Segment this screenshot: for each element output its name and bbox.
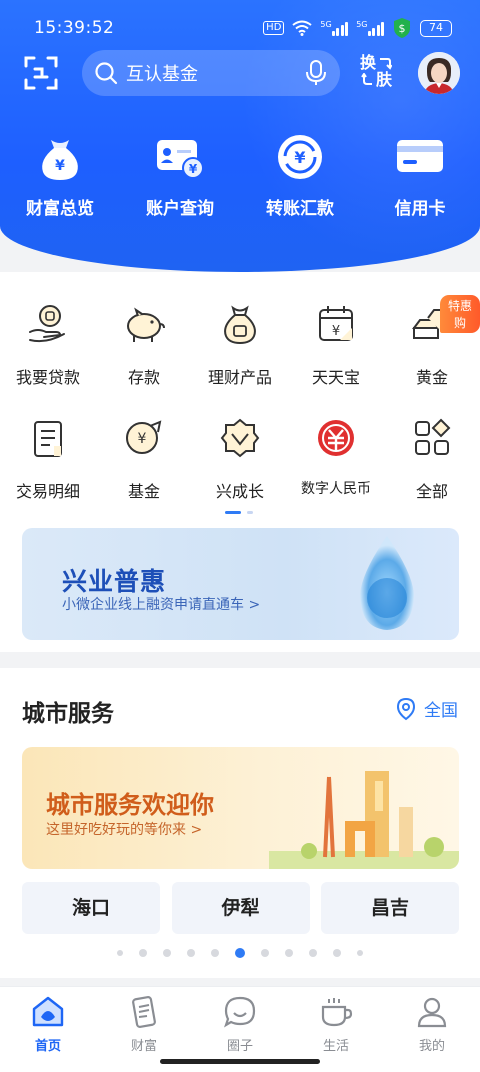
- signal-2-icon: 5G: [356, 20, 384, 36]
- app-screen: 15:39:52 HD 5G 5G $ 74 互认基金 换 肤 ¥ 财富总览 ¥…: [0, 0, 480, 1072]
- city-service-title: 城市服务: [22, 701, 114, 727]
- wealth-bag-icon: [224, 305, 256, 345]
- receipt-icon: [34, 421, 62, 457]
- promo-banner-subtitle: 小微企业线上融资申请直通车 >: [62, 597, 261, 613]
- service-digital-rmb[interactable]: 数字人民币: [288, 410, 384, 524]
- special-offer-badge: 特惠购: [440, 295, 480, 333]
- wifi-icon: [292, 20, 313, 36]
- quick-actions: ¥ 财富总览 ¥ 账户查询 ¥ 转账汇款 信用卡: [0, 130, 480, 219]
- home-indicator: [160, 1059, 320, 1064]
- city-list: 海口 伊犁 昌吉: [22, 882, 459, 934]
- city-banner-subtitle: 这里好吃好玩的等你来 >: [46, 822, 203, 838]
- fund-icon: ¥: [126, 420, 162, 454]
- city-banner-title: 城市服务欢迎你: [46, 791, 214, 819]
- service-loan[interactable]: 我要贷款: [0, 296, 96, 410]
- scan-icon: [24, 56, 58, 90]
- location-pin-icon: [396, 697, 416, 720]
- scan-button[interactable]: [24, 56, 58, 90]
- svg-text:¥: ¥: [294, 148, 305, 167]
- digital-rmb-icon: [318, 420, 354, 456]
- search-placeholder: 互认基金: [126, 64, 198, 85]
- service-tiantianbao[interactable]: ¥ 天天宝: [288, 296, 384, 410]
- arrow-curve-icon: [380, 57, 393, 70]
- promo-banner-title: 兴业普惠: [62, 567, 167, 596]
- switch-skin-button[interactable]: 换 肤: [360, 54, 400, 94]
- city-service-section: 城市服务 全国 城市服务欢迎你 这里好吃好玩的等你来 > 海口 伊犁 昌吉: [0, 668, 480, 978]
- status-time: 15:39:52: [34, 18, 115, 38]
- quick-transfer[interactable]: ¥ 转账汇款: [240, 130, 360, 219]
- microphone-icon[interactable]: [306, 60, 326, 86]
- service-growth[interactable]: 兴成长: [192, 410, 288, 524]
- svg-text:¥: ¥: [332, 324, 340, 339]
- cup-icon: [321, 998, 353, 1027]
- home-icon: [32, 996, 64, 1027]
- status-bar: 15:39:52 HD 5G 5G $ 74: [0, 0, 480, 56]
- service-grid: 我要贷款 存款 理财产品 ¥ 天天宝 特惠购 黄金 交易明细 ¥ 基金 兴成长 …: [0, 295, 480, 524]
- calendar-yuan-icon: ¥: [319, 306, 353, 341]
- credit-card-icon: [397, 140, 443, 172]
- city-yili[interactable]: 伊犁: [171, 882, 310, 934]
- growth-icon: [220, 418, 260, 458]
- service-transaction-details[interactable]: 交易明细: [0, 410, 96, 524]
- location-label: 全国: [424, 701, 458, 721]
- transfer-icon: ¥: [278, 135, 322, 179]
- service-fund[interactable]: ¥ 基金: [96, 410, 192, 524]
- grid-page-indicator: [225, 511, 253, 514]
- svg-text:$: $: [399, 22, 406, 35]
- chat-circle-icon: [224, 996, 256, 1028]
- tab-mine[interactable]: 我的: [384, 987, 480, 1072]
- top-bar: 互认基金 换 肤: [0, 50, 480, 96]
- svg-text:¥: ¥: [189, 162, 198, 176]
- loan-icon: [29, 305, 65, 343]
- account-card-icon: ¥: [157, 140, 204, 179]
- avatar[interactable]: [418, 52, 460, 94]
- wealth-icon: [132, 996, 156, 1028]
- city-page-indicator: [0, 948, 480, 958]
- service-gold[interactable]: 特惠购 黄金: [384, 295, 480, 410]
- piggy-bank-icon: [127, 307, 165, 342]
- service-all[interactable]: 全部: [384, 410, 480, 524]
- city-service-banner[interactable]: 城市服务欢迎你 这里好吃好玩的等你来 >: [22, 747, 459, 869]
- avatar-person-icon: [418, 52, 460, 94]
- svg-text:¥: ¥: [138, 431, 147, 447]
- service-wealth-products[interactable]: 理财产品: [192, 296, 288, 410]
- quick-wealth-overview[interactable]: ¥ 财富总览: [0, 130, 120, 219]
- location-selector[interactable]: 全国: [396, 696, 458, 721]
- service-deposit[interactable]: 存款: [96, 296, 192, 410]
- tab-home[interactable]: 首页: [0, 987, 96, 1072]
- all-apps-icon: [415, 418, 451, 455]
- money-bag-icon: ¥: [42, 140, 78, 180]
- city-changji[interactable]: 昌吉: [321, 882, 459, 934]
- promo-banner[interactable]: 兴业普惠 小微企业线上融资申请直通车 >: [22, 528, 459, 640]
- city-skyline-illustration: [269, 771, 459, 869]
- hd-icon: HD: [263, 21, 285, 35]
- city-haikou[interactable]: 海口: [22, 882, 160, 934]
- arrow-curve-back-icon: [361, 72, 372, 85]
- quick-credit-card[interactable]: 信用卡: [360, 130, 480, 219]
- signal-1-icon: 5G: [320, 20, 349, 36]
- battery-indicator: 74: [420, 19, 452, 37]
- water-drop-icon: [360, 536, 414, 630]
- search-bar[interactable]: 互认基金: [82, 50, 340, 96]
- security-shield-icon: $: [394, 18, 410, 38]
- svg-text:¥: ¥: [55, 158, 65, 174]
- search-icon: [95, 62, 118, 85]
- profile-icon: [417, 997, 447, 1028]
- quick-account-query[interactable]: ¥ 账户查询: [120, 130, 240, 219]
